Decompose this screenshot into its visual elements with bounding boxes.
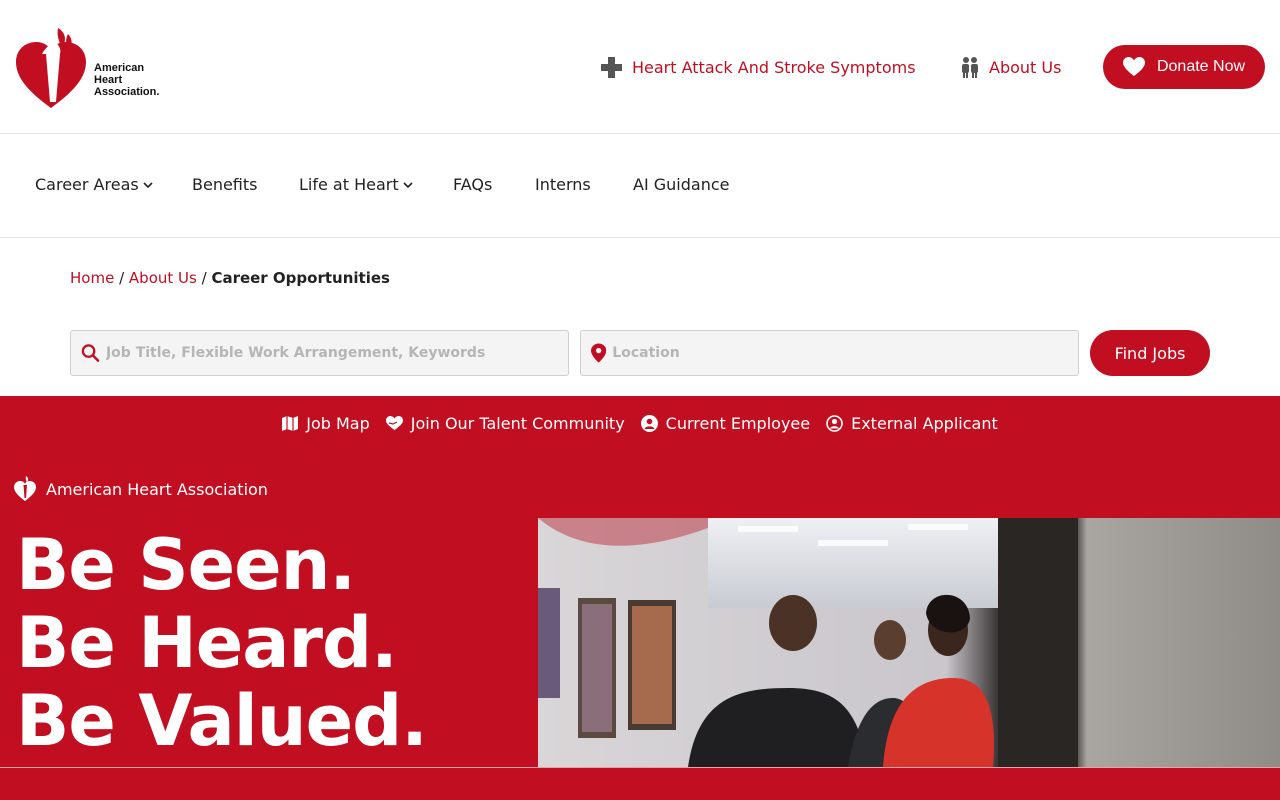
symptoms-link-label: Heart Attack And Stroke Symptoms	[632, 57, 916, 77]
nav-item-label: Benefits	[192, 175, 258, 194]
main-nav: Career Areas Benefits Life at Heart FAQs…	[0, 135, 1280, 238]
heart-hand-icon	[385, 416, 403, 430]
nav-item-faqs[interactable]: FAQs	[453, 175, 492, 194]
hero-brand: American Heart Association	[14, 476, 268, 502]
heart-torch-icon	[14, 476, 36, 501]
logo-line: Heart	[94, 74, 123, 86]
aha-logo[interactable]: American Heart Association.	[16, 24, 176, 114]
external-applicant-link[interactable]: External Applicant	[826, 414, 998, 433]
breadcrumb-current: Career Opportunities	[211, 269, 390, 287]
section-divider	[0, 767, 1280, 768]
keyword-search-input[interactable]	[105, 345, 568, 361]
user-circle-outline-icon	[826, 415, 843, 432]
nav-item-career-areas[interactable]: Career Areas	[35, 175, 153, 194]
nav-item-label: FAQs	[453, 175, 493, 194]
breadcrumb: Home / About Us / Career Opportunities	[70, 269, 390, 287]
heart-torch-logo-icon	[16, 28, 86, 108]
heart-icon	[1122, 57, 1145, 76]
about-us-link-label: About Us	[989, 57, 1062, 77]
breadcrumb-separator: /	[119, 269, 129, 287]
quick-link-label: Job Map	[306, 414, 370, 433]
chevron-down-icon	[403, 181, 413, 188]
hero-section: Job Map Join Our Talent Community Curren…	[0, 396, 1280, 800]
logo-line: Association.	[94, 86, 160, 98]
hero-photo	[538, 518, 1280, 767]
nav-item-label: Life at Heart	[299, 175, 399, 194]
keyword-search-field[interactable]	[70, 330, 569, 376]
hero-headline: Be Seen. Be Heard. Be Valued.	[16, 524, 428, 762]
people-icon	[962, 57, 978, 78]
breadcrumb-home[interactable]: Home	[70, 269, 114, 287]
hero-brand-label: American Heart Association	[46, 479, 268, 499]
location-pin-icon	[591, 343, 607, 363]
site-header: American Heart Association. Heart Attack…	[0, 0, 1280, 134]
map-icon	[282, 416, 299, 431]
nav-item-label: Interns	[535, 175, 591, 194]
breadcrumb-about-us[interactable]: About Us	[129, 269, 197, 287]
find-jobs-button[interactable]: Find Jobs	[1090, 330, 1210, 376]
chevron-down-icon	[143, 181, 153, 188]
quick-link-label: Join Our Talent Community	[410, 414, 625, 433]
nav-item-life-at-heart[interactable]: Life at Heart	[299, 175, 413, 194]
nav-item-interns[interactable]: Interns	[535, 175, 591, 194]
current-employee-link[interactable]: Current Employee	[640, 414, 811, 433]
nav-item-label: Career Areas	[35, 175, 139, 194]
nav-item-benefits[interactable]: Benefits	[192, 175, 258, 194]
nav-item-ai-guidance[interactable]: AI Guidance	[633, 175, 729, 194]
logo-wordmark: American Heart Association.	[94, 62, 159, 98]
headline-line: Be Valued.	[16, 680, 428, 762]
headline-line: Be Heard.	[16, 602, 398, 684]
plus-cross-icon	[601, 56, 622, 78]
quick-link-label: External Applicant	[851, 414, 998, 433]
symptoms-link[interactable]: Heart Attack And Stroke Symptoms	[601, 55, 916, 79]
donate-now-button[interactable]: Donate Now	[1103, 45, 1265, 89]
user-circle-icon	[640, 415, 658, 432]
donate-label: Donate Now	[1156, 58, 1246, 75]
search-icon	[81, 344, 100, 362]
logo-line: American	[94, 62, 145, 74]
job-map-link[interactable]: Job Map	[282, 414, 370, 433]
about-us-link[interactable]: About Us	[961, 55, 1061, 79]
quick-links-bar: Job Map Join Our Talent Community Curren…	[0, 414, 1280, 433]
headline-line: Be Seen.	[16, 524, 356, 606]
location-search-field[interactable]	[580, 330, 1079, 376]
nav-item-label: AI Guidance	[633, 175, 730, 194]
breadcrumb-separator: /	[201, 269, 212, 287]
location-search-input[interactable]	[612, 345, 1078, 361]
talent-community-link[interactable]: Join Our Talent Community	[385, 414, 625, 433]
quick-link-label: Current Employee	[665, 414, 811, 433]
